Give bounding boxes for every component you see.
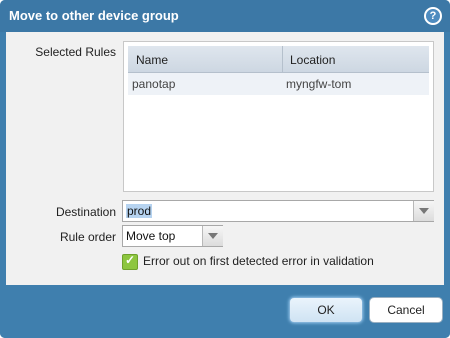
- grid-header: Name Location: [128, 46, 429, 73]
- selected-rules-grid[interactable]: Name Location panotap myngfw-tom: [123, 41, 434, 192]
- chevron-down-icon: [208, 233, 218, 239]
- dialog-title: Move to other device group: [9, 8, 179, 23]
- table-row[interactable]: panotap myngfw-tom: [128, 73, 429, 95]
- checkmark-icon: ✓: [124, 253, 136, 267]
- rule-order-dropdown-button[interactable]: [202, 226, 223, 246]
- destination-label: Destination: [55, 205, 116, 219]
- help-icon[interactable]: ?: [424, 7, 442, 25]
- ok-button[interactable]: OK: [289, 297, 363, 323]
- column-header-name[interactable]: Name: [136, 53, 168, 67]
- rule-name-cell: panotap: [132, 77, 176, 91]
- dialog-body: Selected Rules Name Location panotap myn…: [6, 32, 444, 285]
- error-out-checkbox[interactable]: ✓: [122, 253, 138, 270]
- rule-order-label: Rule order: [59, 230, 116, 244]
- column-header-location[interactable]: Location: [290, 53, 335, 67]
- destination-value: prod: [126, 204, 153, 218]
- column-divider: [282, 46, 283, 72]
- selected-rules-label: Selected Rules: [35, 45, 116, 59]
- move-device-group-dialog: Move to other device group ? Selected Ru…: [0, 0, 450, 338]
- rule-order-value: Move top: [126, 229, 176, 243]
- destination-combo[interactable]: prod: [122, 200, 434, 222]
- error-out-label: Error out on first detected error in val…: [143, 254, 374, 268]
- rule-order-select[interactable]: Move top: [122, 225, 223, 247]
- rule-location-cell: myngfw-tom: [286, 77, 352, 91]
- chevron-down-icon: [419, 208, 429, 214]
- destination-input[interactable]: prod: [126, 204, 153, 218]
- dialog-titlebar: Move to other device group ?: [0, 0, 450, 32]
- destination-dropdown-button[interactable]: [413, 201, 434, 221]
- cancel-button[interactable]: Cancel: [369, 297, 443, 323]
